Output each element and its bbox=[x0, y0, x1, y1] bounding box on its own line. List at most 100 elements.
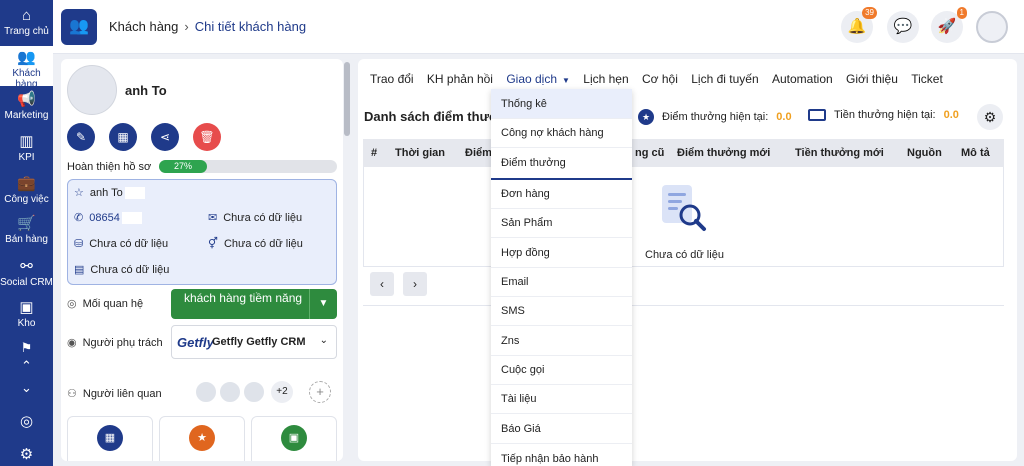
customer-name: anh To bbox=[125, 83, 167, 98]
menu-item-diem-thuong[interactable]: Điểm thưởng bbox=[491, 148, 632, 180]
completion-progress: 27% bbox=[159, 160, 337, 173]
info-email: Chưa có dữ liệu bbox=[223, 212, 303, 224]
rail-item-marketing[interactable]: 📢 Marketing bbox=[0, 92, 53, 122]
settings-button[interactable]: ⚙ bbox=[977, 104, 1003, 130]
chart-icon: ▥ bbox=[19, 133, 34, 150]
notification-count-badge: 39 bbox=[862, 7, 877, 19]
quick-card-star[interactable]: ★ bbox=[159, 416, 245, 461]
rocket-count-badge: 1 bbox=[956, 7, 967, 19]
tab-gioi-thieu[interactable]: Giới thiệu bbox=[846, 72, 898, 86]
info-phone-row[interactable]: ✆ 08654 bbox=[74, 211, 142, 225]
menu-item-sms[interactable]: SMS bbox=[491, 297, 632, 326]
cash-icon bbox=[808, 109, 826, 122]
group-icon: ⚇ bbox=[67, 388, 77, 400]
related-avatar[interactable] bbox=[195, 381, 217, 403]
left-scrollbar-thumb[interactable] bbox=[344, 62, 350, 136]
quick-card-calendar[interactable]: ▦ bbox=[67, 416, 153, 461]
empty-state-text: Chưa có dữ liệu bbox=[645, 249, 724, 261]
info-note-row: ▤ Chưa có dữ liệu bbox=[74, 263, 169, 276]
rail-item-kpi[interactable]: ▥ KPI bbox=[0, 133, 53, 164]
support-icon[interactable]: ◎ bbox=[0, 412, 53, 430]
users-icon: 👥 bbox=[17, 49, 36, 66]
owner-select[interactable]: Getfly Getfly Getfly CRM ⌄ bbox=[171, 325, 337, 359]
rail-label: Khách hàng bbox=[12, 68, 41, 90]
user-avatar[interactable] bbox=[976, 11, 1008, 43]
info-gender-row: ⚥ Chưa có dữ liệu bbox=[208, 237, 303, 250]
rail-item-sales[interactable]: 🛒 Bán hàng bbox=[0, 215, 53, 246]
menu-item-zns[interactable]: Zns bbox=[491, 326, 632, 356]
customers-home-button[interactable]: 👥 bbox=[61, 9, 97, 45]
rail-label: KPI bbox=[18, 152, 35, 163]
breadcrumb-separator: › bbox=[184, 19, 189, 34]
getfly-logo: Getfly bbox=[177, 335, 214, 350]
menu-item-cuoc-goi[interactable]: Cuộc gọi bbox=[491, 356, 632, 385]
menu-item-email[interactable]: Email bbox=[491, 268, 632, 297]
notifications-button[interactable]: 🔔 39 bbox=[841, 7, 877, 43]
related-label: ⚇ Người liên quan bbox=[67, 387, 162, 400]
redacted-mask bbox=[124, 187, 145, 200]
pencil-icon: ✎ bbox=[75, 130, 87, 144]
chevron-down-icon: ⌄ bbox=[319, 335, 328, 346]
col-source: Nguồn bbox=[907, 147, 942, 159]
tab-lich-di-tuyen[interactable]: Lịch đi tuyến bbox=[691, 72, 758, 86]
tab-kh-phan-hoi[interactable]: KH phản hồi bbox=[427, 72, 493, 86]
caret-down-icon[interactable]: ▼ bbox=[309, 289, 337, 319]
breadcrumb-customers[interactable]: Khách hàng bbox=[109, 19, 178, 34]
rail-item-customers[interactable]: 👥 Khách hàng bbox=[0, 46, 53, 90]
rail-item-warehouse[interactable]: ▣ Kho bbox=[0, 299, 53, 330]
box-icon: ▣ bbox=[19, 299, 34, 316]
info-birthday: Chưa có dữ liệu bbox=[89, 238, 169, 250]
rail-item-home[interactable]: ⌂ Trang chủ bbox=[0, 8, 53, 38]
edit-button[interactable]: ✎ bbox=[67, 123, 95, 151]
rocket-button[interactable]: 🚀 1 bbox=[931, 7, 967, 43]
messages-button[interactable]: 💬 bbox=[887, 11, 919, 43]
quick-card-money[interactable]: ▣ bbox=[251, 416, 337, 461]
flag-icon[interactable]: ⚑ bbox=[0, 340, 53, 356]
add-related-button[interactable]: + bbox=[309, 381, 331, 403]
share-button[interactable]: ⋖ bbox=[151, 123, 179, 151]
relationship-select[interactable]: khách hàng tiềm năng ▼ bbox=[171, 289, 337, 319]
rail-item-tasks[interactable]: 💼 Công việc bbox=[0, 176, 53, 206]
menu-item-hop-dong[interactable]: Hợp đồng bbox=[491, 238, 632, 268]
related-avatar[interactable] bbox=[219, 381, 241, 403]
chevron-up-icon[interactable]: ⌃ bbox=[0, 358, 53, 374]
delete-button[interactable]: 🗑 bbox=[193, 123, 221, 151]
tab-bar: Trao đổi KH phản hồi Giao dịch ▼ Lịch hẹn… bbox=[370, 72, 953, 86]
bell-icon: 🔔 bbox=[847, 18, 867, 35]
owner-value: Getfly Getfly CRM bbox=[212, 336, 306, 348]
customer-profile-panel: anh To ✎ ▦ ⋖ 🗑 Hoàn thiện hồ sơ 27% ☆ anh… bbox=[61, 59, 343, 461]
chevron-down-icon[interactable]: ⌄ bbox=[0, 380, 53, 396]
owner-label-text: Người phụ trách bbox=[82, 337, 163, 349]
menu-item-don-hang[interactable]: Đơn hàng bbox=[491, 180, 632, 209]
menu-item-tai-lieu[interactable]: Tài liệu bbox=[491, 385, 632, 414]
tab-co-hoi[interactable]: Cơ hội bbox=[642, 72, 678, 86]
menu-item-thong-ke[interactable]: Thống kê bbox=[491, 89, 632, 119]
tab-ticket[interactable]: Ticket bbox=[911, 72, 943, 86]
gear-icon: ⚙ bbox=[983, 109, 997, 125]
col-index: # bbox=[371, 147, 378, 159]
rail-label: Trang chủ bbox=[4, 26, 49, 37]
info-gender: Chưa có dữ liệu bbox=[223, 238, 303, 250]
menu-item-tiep-nhan-bao-hanh[interactable]: Tiếp nhận bảo hành bbox=[491, 444, 632, 466]
cart-icon: 🛒 bbox=[17, 215, 36, 232]
info-name-row: ☆ anh To bbox=[74, 186, 145, 200]
related-more-count[interactable]: +2 bbox=[271, 381, 293, 403]
tab-trao-doi[interactable]: Trao đổi bbox=[370, 72, 414, 86]
calendar-button[interactable]: ▦ bbox=[109, 123, 137, 151]
settings-icon[interactable]: ⚙ bbox=[0, 445, 53, 463]
info-name: anh To bbox=[89, 187, 123, 199]
tab-lich-hen[interactable]: Lịch hẹn bbox=[583, 72, 628, 86]
tab-giao-dich-label: Giao dịch bbox=[506, 72, 558, 86]
related-avatar[interactable] bbox=[243, 381, 265, 403]
info-birthday-row: ⛁ Chưa có dữ liệu bbox=[74, 237, 168, 250]
menu-item-bao-gia[interactable]: Báo Giá bbox=[491, 414, 632, 444]
prev-page-button[interactable]: ‹ bbox=[370, 272, 394, 296]
next-page-button[interactable]: › bbox=[403, 272, 427, 296]
menu-item-san-pham[interactable]: Sản Phẩm bbox=[491, 209, 632, 238]
tab-automation[interactable]: Automation bbox=[772, 72, 833, 86]
info-phone[interactable]: 08654 bbox=[89, 212, 120, 224]
rail-label: Kho bbox=[17, 318, 36, 329]
tab-giao-dich[interactable]: Giao dịch ▼ bbox=[506, 72, 570, 86]
menu-item-cong-no[interactable]: Công nợ khách hàng bbox=[491, 119, 632, 148]
rail-item-social-crm[interactable]: ⚯ Social CRM bbox=[0, 259, 53, 289]
